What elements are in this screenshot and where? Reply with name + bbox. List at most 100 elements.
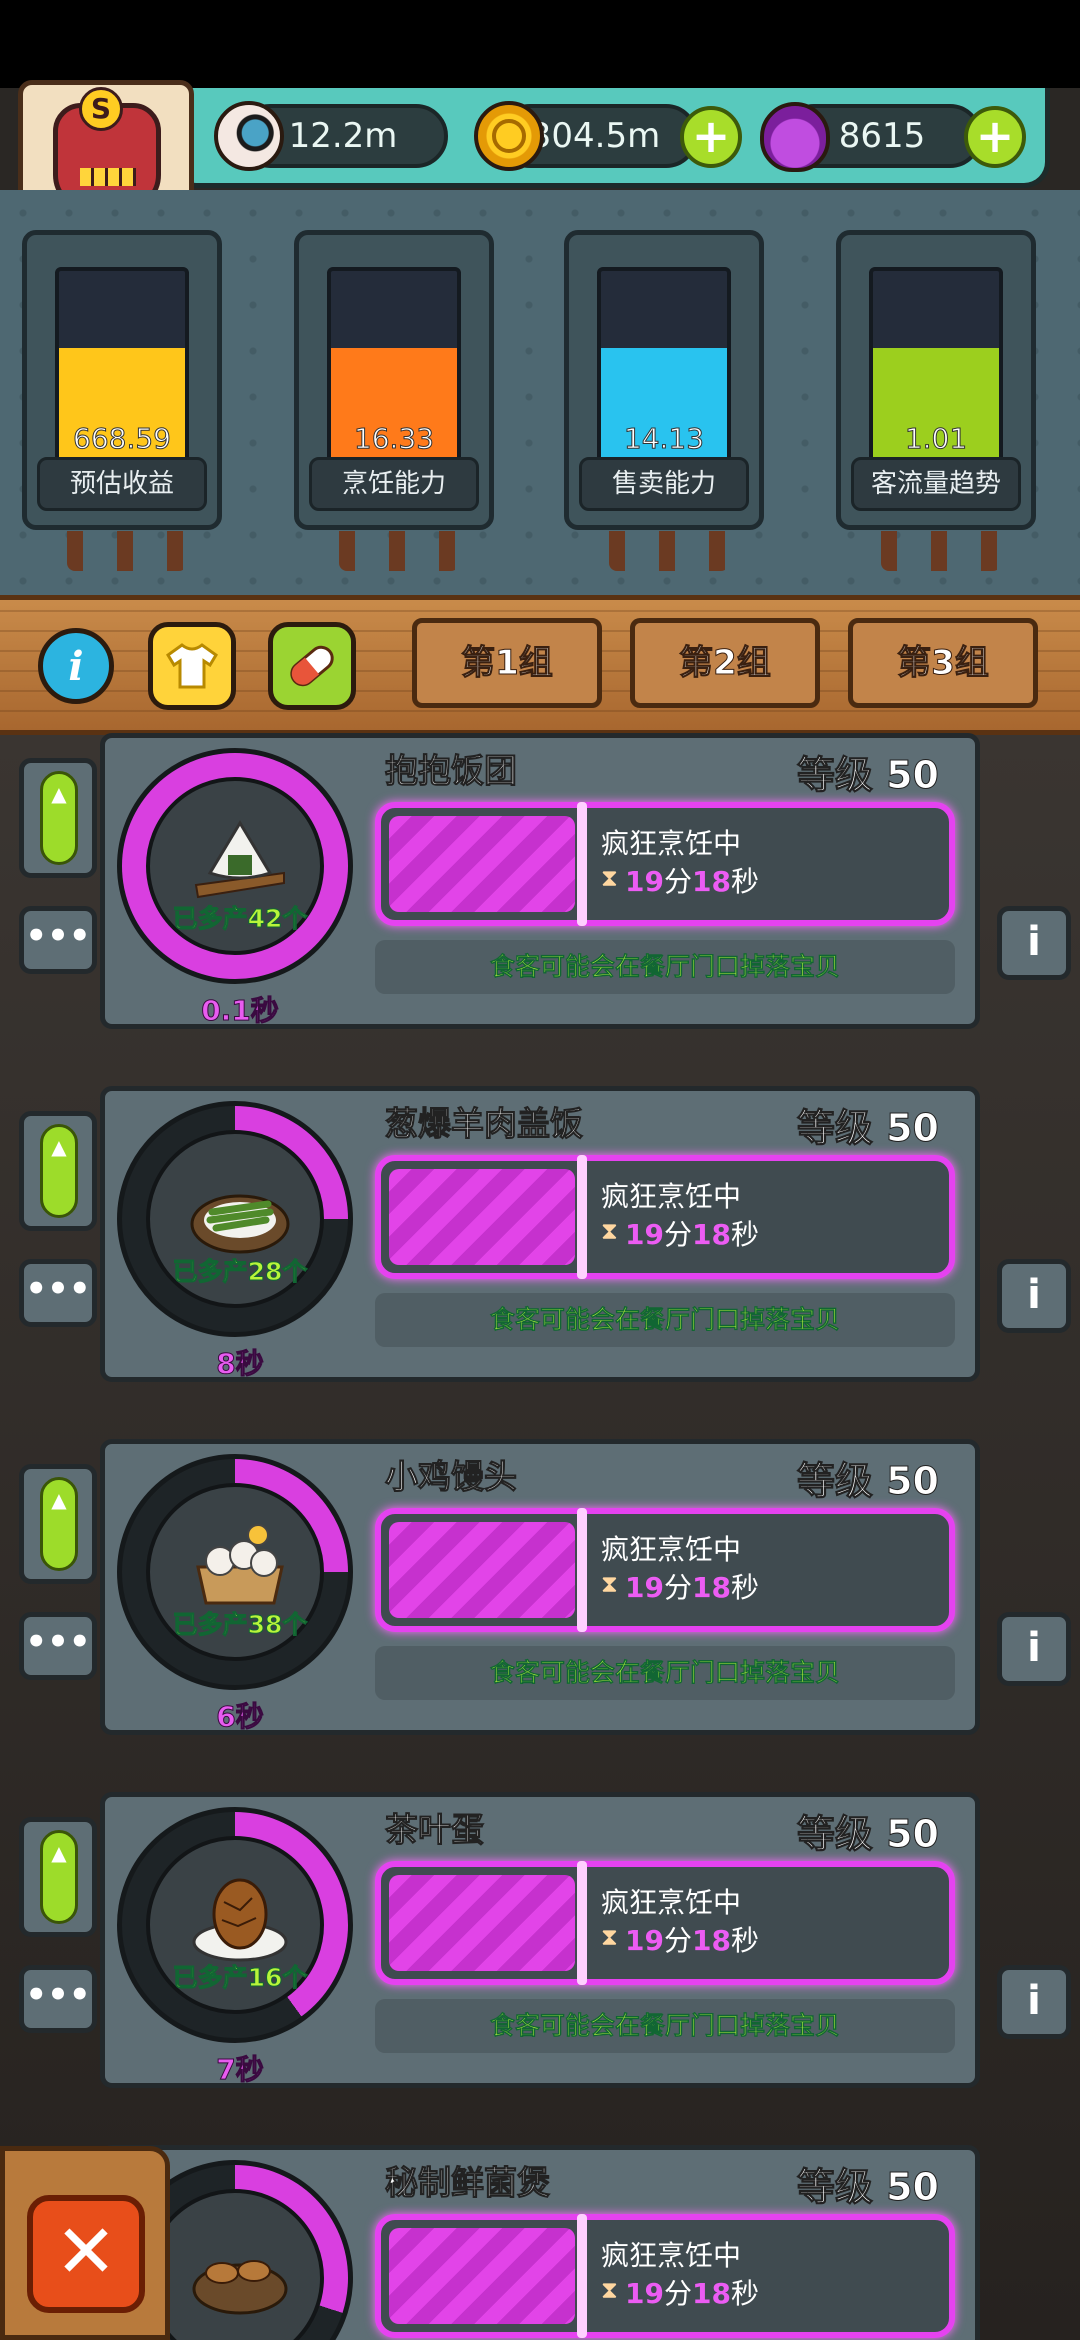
game-screen: 12.2m 304.5m + 8615 + S 668.59 预估收益 16.3… <box>0 0 1080 2340</box>
cooking-timer: 19分18秒 <box>625 1919 759 1959</box>
add-coins-button[interactable]: + <box>680 106 742 168</box>
stat-gauge-income: 668.59 预估收益 <box>22 230 222 571</box>
more-button[interactable]: ••• <box>19 1965 97 2033</box>
cook-time: 8秒 <box>216 1347 264 1381</box>
recipe-ring: 已多产16个 7秒 <box>117 1807 353 2087</box>
cooking-timer: 19分18秒 <box>625 860 759 900</box>
cook-time: 0.1秒 <box>201 994 280 1028</box>
timer-minutes: 19 <box>625 2277 664 2310</box>
upgrade-button[interactable] <box>19 1817 97 1937</box>
timer-seconds: 18 <box>691 1218 731 1251</box>
recipe-info-button[interactable]: i <box>997 1612 1071 1686</box>
gauge-pipes <box>339 531 459 571</box>
gauge-value: 668.59 <box>73 422 172 456</box>
seconds-unit: 秒 <box>730 1571 759 1604</box>
gauge-value: 1.01 <box>904 422 968 456</box>
recipe-info-button[interactable]: i <box>997 1259 1071 1333</box>
avatar-teeth <box>80 168 136 186</box>
seconds-unit: 秒 <box>730 2277 759 2310</box>
stat-gauge-cooking: 16.33 烹饪能力 <box>294 230 494 571</box>
cook-time: 7秒 <box>216 2053 264 2087</box>
recipe-dish: 已多产38个 <box>146 1483 324 1661</box>
tea-egg-icon <box>192 1878 288 1962</box>
recipe-info-button[interactable]: i <box>997 906 1071 980</box>
gauge-label: 客流量趋势 <box>851 457 1021 511</box>
cooking-status: 疯狂烹饪中 <box>601 1886 742 1919</box>
coin-icon <box>474 101 544 171</box>
recipe-dish: 已多产16个 <box>146 1836 324 2014</box>
capsule-button[interactable] <box>268 622 356 710</box>
recipe-level: 等级 50 <box>796 1106 939 1151</box>
recipe-dish: 已多产42个 <box>146 777 324 955</box>
tab-group-2[interactable]: 第2组 <box>630 618 820 708</box>
timer-minutes: 19 <box>625 1218 664 1251</box>
info-icon: i <box>1027 1625 1041 1671</box>
info-icon: i <box>68 642 84 690</box>
timer-seconds: 18 <box>691 1571 731 1604</box>
gauge-tube: 14.13 <box>597 267 731 467</box>
cooking-timer: 19分18秒 <box>625 2272 759 2312</box>
recipe-name: 葱爆羊肉盖饭 <box>385 1104 584 1144</box>
more-button[interactable]: ••• <box>19 1259 97 1327</box>
timer-minutes: 19 <box>625 865 664 898</box>
progress-divider <box>577 1155 587 1279</box>
cooking-progress: 疯狂烹饪中 ⧗ 19分18秒 <box>375 802 955 926</box>
tab-group-1[interactable]: 第1组 <box>412 618 602 708</box>
more-button[interactable]: ••• <box>19 906 97 974</box>
progress-fill <box>389 1522 575 1618</box>
seconds-unit: 秒 <box>730 865 759 898</box>
progress-fill <box>389 1875 575 1971</box>
progress-fill <box>389 1169 575 1265</box>
tab-group-3[interactable]: 第3组 <box>848 618 1038 708</box>
recipe-name: 小鸡馒头 <box>385 1457 518 1497</box>
recipe-level: 等级 50 <box>796 1812 939 1857</box>
recipe-level: 等级 50 <box>796 1459 939 1504</box>
add-potions-button[interactable]: + <box>964 106 1026 168</box>
more-button[interactable]: ••• <box>19 1612 97 1680</box>
recipe-tip: 食客可能会在餐厅门口掉落宝贝 <box>375 940 955 994</box>
potion-icon <box>760 102 830 172</box>
recipe-card: ••• 已多产28个 8秒 葱爆羊肉盖饭 等级 50 疯狂烹饪中 ⧗ 19分18… <box>19 1086 1071 1382</box>
cooking-status: 疯狂烹饪中 <box>601 1180 742 1213</box>
close-button[interactable]: ✕ <box>27 2195 145 2313</box>
hourglass-icon: ⧗ <box>601 1217 618 1245</box>
progress-divider <box>577 2214 587 2338</box>
gauge-pipes <box>67 531 187 571</box>
produced-count: 已多产16个 <box>172 1963 308 1993</box>
progress-divider <box>577 802 587 926</box>
gauge-value: 14.13 <box>623 422 705 456</box>
upgrade-button[interactable] <box>19 1111 97 1231</box>
timer-seconds: 18 <box>691 1924 731 1957</box>
outfit-button[interactable] <box>148 622 236 710</box>
recipe-ring: 已多产28个 8秒 <box>117 1101 353 1381</box>
upgrade-arrow-icon <box>40 771 78 865</box>
capsule-icon <box>290 645 334 687</box>
eyes-value: 12.2m <box>288 116 398 156</box>
hourglass-icon: ⧗ <box>601 864 618 892</box>
gauge-label: 售卖能力 <box>579 457 749 511</box>
recipe-card: ••• 已多产16个 7秒 茶叶蛋 等级 50 疯狂烹饪中 ⧗ 19分18秒 食… <box>19 1792 1071 2088</box>
info-icon: i <box>1027 919 1041 965</box>
progress-divider <box>577 1861 587 1985</box>
cooking-timer: 19分18秒 <box>625 1213 759 1253</box>
recipe-card: ••• 已多产42个 0.1秒 抱抱饭团 等级 50 疯狂烹饪中 ⧗ 19分18… <box>19 733 1071 1029</box>
progress-divider <box>577 1508 587 1632</box>
cooking-status: 疯狂烹饪中 <box>601 827 742 860</box>
recipe-ring: 已多产42个 0.1秒 <box>117 748 353 1028</box>
seconds-unit: 秒 <box>730 1924 759 1957</box>
cooking-progress: 疯狂烹饪中 ⧗ 19分18秒 <box>375 2214 955 2338</box>
timer-seconds: 18 <box>691 865 731 898</box>
recipe-info-button[interactable]: i <box>997 1965 1071 2039</box>
upgrade-button[interactable] <box>19 758 97 878</box>
recipe-name: 抱抱饭团 <box>385 751 518 791</box>
stat-gauge-traffic: 1.01 客流量趋势 <box>836 230 1036 571</box>
info-button[interactable]: i <box>38 628 114 704</box>
cooking-progress: 疯狂烹饪中 ⧗ 19分18秒 <box>375 1155 955 1279</box>
recipe-tip: 食客可能会在餐厅门口掉落宝贝 <box>375 1293 955 1347</box>
progress-fill <box>389 2228 575 2324</box>
recipe-tip: 食客可能会在餐厅门口掉落宝贝 <box>375 1999 955 2053</box>
upgrade-button[interactable] <box>19 1464 97 1584</box>
status-strip <box>0 0 1080 88</box>
gauge-value: 16.33 <box>353 422 435 456</box>
cooking-progress: 疯狂烹饪中 ⧗ 19分18秒 <box>375 1861 955 1985</box>
